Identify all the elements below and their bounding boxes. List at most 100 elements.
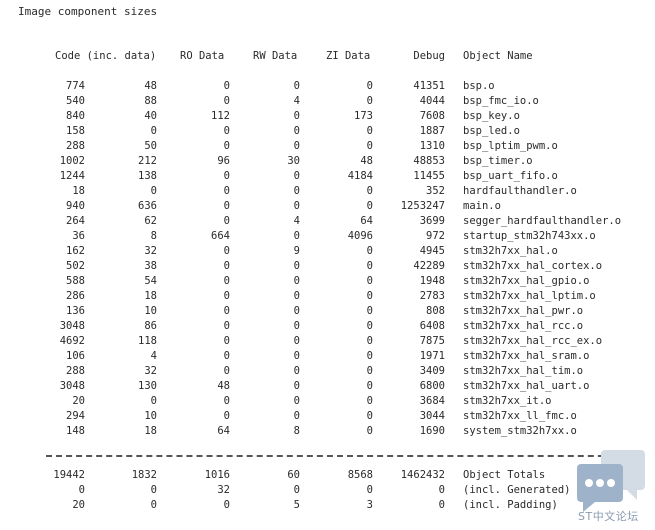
cell-rw-data: 9 (293, 245, 300, 257)
cell-data: 138 (138, 170, 157, 182)
table-row: 136 10 0 0 0 808 stm32h7xx_hal_pwr.o (0, 304, 655, 319)
table-row: 1002 212 96 30 48 48853 bsp_timer.o (0, 154, 655, 169)
table-row: 1244 138 0 0 4184 11455 bsp_uart_fifo.o (0, 169, 655, 184)
cell-debug: 41351 (413, 80, 445, 92)
cell-ro-data: 96 (217, 155, 230, 167)
cell-object-name: bsp_timer.o (463, 155, 533, 167)
cell-object-name: stm32h7xx_ll_fmc.o (463, 410, 577, 422)
cell-object-name: stm32h7xx_hal_rcc.o (463, 320, 584, 332)
cell-data: 0 (150, 499, 157, 511)
cell-rw-data: 0 (293, 80, 300, 92)
cell-code: 18 (72, 185, 85, 197)
cell-zi-data: 48 (360, 155, 373, 167)
cell-data: 1832 (131, 469, 157, 481)
cell-code: 1244 (59, 170, 85, 182)
cell-object-name: stm32h7xx_hal_pwr.o (463, 305, 584, 317)
cell-debug: 42289 (413, 260, 445, 272)
cell-code: 162 (66, 245, 85, 257)
cell-code: 288 (66, 140, 85, 152)
table-row: 162 32 0 9 0 4945 stm32h7xx_hal.o (0, 244, 655, 259)
cell-debug: 4945 (419, 245, 445, 257)
cell-debug: 972 (426, 230, 445, 242)
cell-zi-data: 0 (366, 365, 373, 377)
cell-object-name: bsp.o (463, 80, 495, 92)
cell-data: 10 (144, 305, 157, 317)
table-row: 774 48 0 0 0 41351 bsp.o (0, 79, 655, 94)
cell-code: 540 (66, 95, 85, 107)
cell-data: 48 (144, 80, 157, 92)
table-row: 20 0 0 0 0 3684 stm32h7xx_it.o (0, 394, 655, 409)
cell-object-name: stm32h7xx_hal_tim.o (463, 365, 584, 377)
cell-code: 0 (78, 484, 85, 496)
table-row: 148 18 64 8 0 1690 system_stm32h7xx.o (0, 424, 655, 439)
cell-data: 62 (144, 215, 157, 227)
cell-zi-data: 0 (366, 290, 373, 302)
cell-object-name: stm32h7xx_hal_gpio.o (463, 275, 590, 287)
cell-data: 0 (150, 185, 157, 197)
cell-ro-data: 0 (223, 320, 230, 332)
cell-debug: 0 (438, 499, 445, 511)
table-row: 158 0 0 0 0 1887 bsp_led.o (0, 124, 655, 139)
cell-zi-data: 0 (366, 380, 373, 392)
cell-code: 3048 (59, 380, 85, 392)
cell-rw-data: 0 (293, 260, 300, 272)
table-row: 588 54 0 0 0 1948 stm32h7xx_hal_gpio.o (0, 274, 655, 289)
cell-zi-data: 0 (366, 484, 373, 496)
cell-ro-data: 0 (223, 275, 230, 287)
cell-data: 88 (144, 95, 157, 107)
cell-object-name: bsp_fmc_io.o (463, 95, 539, 107)
cell-debug: 6408 (419, 320, 445, 332)
cell-ro-data: 0 (223, 410, 230, 422)
terminal-output: Image component sizes Code (inc. data) R… (0, 0, 655, 530)
table-row: 288 50 0 0 0 1310 bsp_lptim_pwm.o (0, 139, 655, 154)
cell-debug: 1971 (419, 350, 445, 362)
cell-data: 40 (144, 110, 157, 122)
cell-object-name: stm32h7xx_hal_cortex.o (463, 260, 603, 272)
cell-debug: 1310 (419, 140, 445, 152)
table-row: 3048 86 0 0 0 6408 stm32h7xx_hal_rcc.o (0, 319, 655, 334)
cell-ro-data: 0 (223, 80, 230, 92)
cell-rw-data: 0 (293, 200, 300, 212)
cell-ro-data: 0 (223, 335, 230, 347)
cell-rw-data: 0 (293, 275, 300, 287)
cell-object-name: bsp_lptim_pwm.o (463, 140, 558, 152)
table-row: 264 62 0 4 64 3699 segger_hardfaulthandler.o (0, 214, 655, 229)
table-row: 288 32 0 0 0 3409 stm32h7xx_hal_tim.o (0, 364, 655, 379)
cell-zi-data: 0 (366, 260, 373, 272)
cell-debug: 1887 (419, 125, 445, 137)
cell-data: 0 (150, 484, 157, 496)
cell-rw-data: 0 (293, 350, 300, 362)
cell-rw-data: 30 (287, 155, 300, 167)
table-row: 286 18 0 0 0 2783 stm32h7xx_hal_lptim.o (0, 289, 655, 304)
cell-object-name: startup_stm32h743xx.o (463, 230, 596, 242)
cell-rw-data: 60 (287, 469, 300, 481)
cell-ro-data: 0 (223, 185, 230, 197)
cell-rw-data: 4 (293, 215, 300, 227)
cell-zi-data: 8568 (347, 469, 373, 481)
cell-data: 0 (150, 395, 157, 407)
cell-object-name: stm32h7xx_hal_lptim.o (463, 290, 596, 302)
cell-rw-data: 0 (293, 305, 300, 317)
cell-zi-data: 64 (360, 215, 373, 227)
cell-debug: 3409 (419, 365, 445, 377)
totals-row: 0 0 32 0 0 0 (incl. Generated) (0, 483, 655, 498)
cell-zi-data: 0 (366, 395, 373, 407)
header-ro-data: RO Data (180, 50, 225, 62)
cell-zi-data: 0 (366, 335, 373, 347)
cell-data: 118 (138, 335, 157, 347)
cell-object-name: system_stm32h7xx.o (463, 425, 577, 437)
cell-debug: 48853 (413, 155, 445, 167)
cell-ro-data: 64 (217, 425, 230, 437)
table-row: 4692 118 0 0 0 7875 stm32h7xx_hal_rcc_ex.o (0, 334, 655, 349)
cell-code: 20 (72, 395, 85, 407)
cell-zi-data: 0 (366, 275, 373, 287)
cell-ro-data: 0 (223, 200, 230, 212)
cell-zi-data: 0 (366, 95, 373, 107)
cell-object-name: main.o (463, 200, 501, 212)
cell-code: 286 (66, 290, 85, 302)
cell-ro-data: 664 (211, 230, 230, 242)
cell-zi-data: 0 (366, 200, 373, 212)
cell-data: 130 (138, 380, 157, 392)
cell-rw-data: 0 (293, 125, 300, 137)
cell-data: 18 (144, 290, 157, 302)
